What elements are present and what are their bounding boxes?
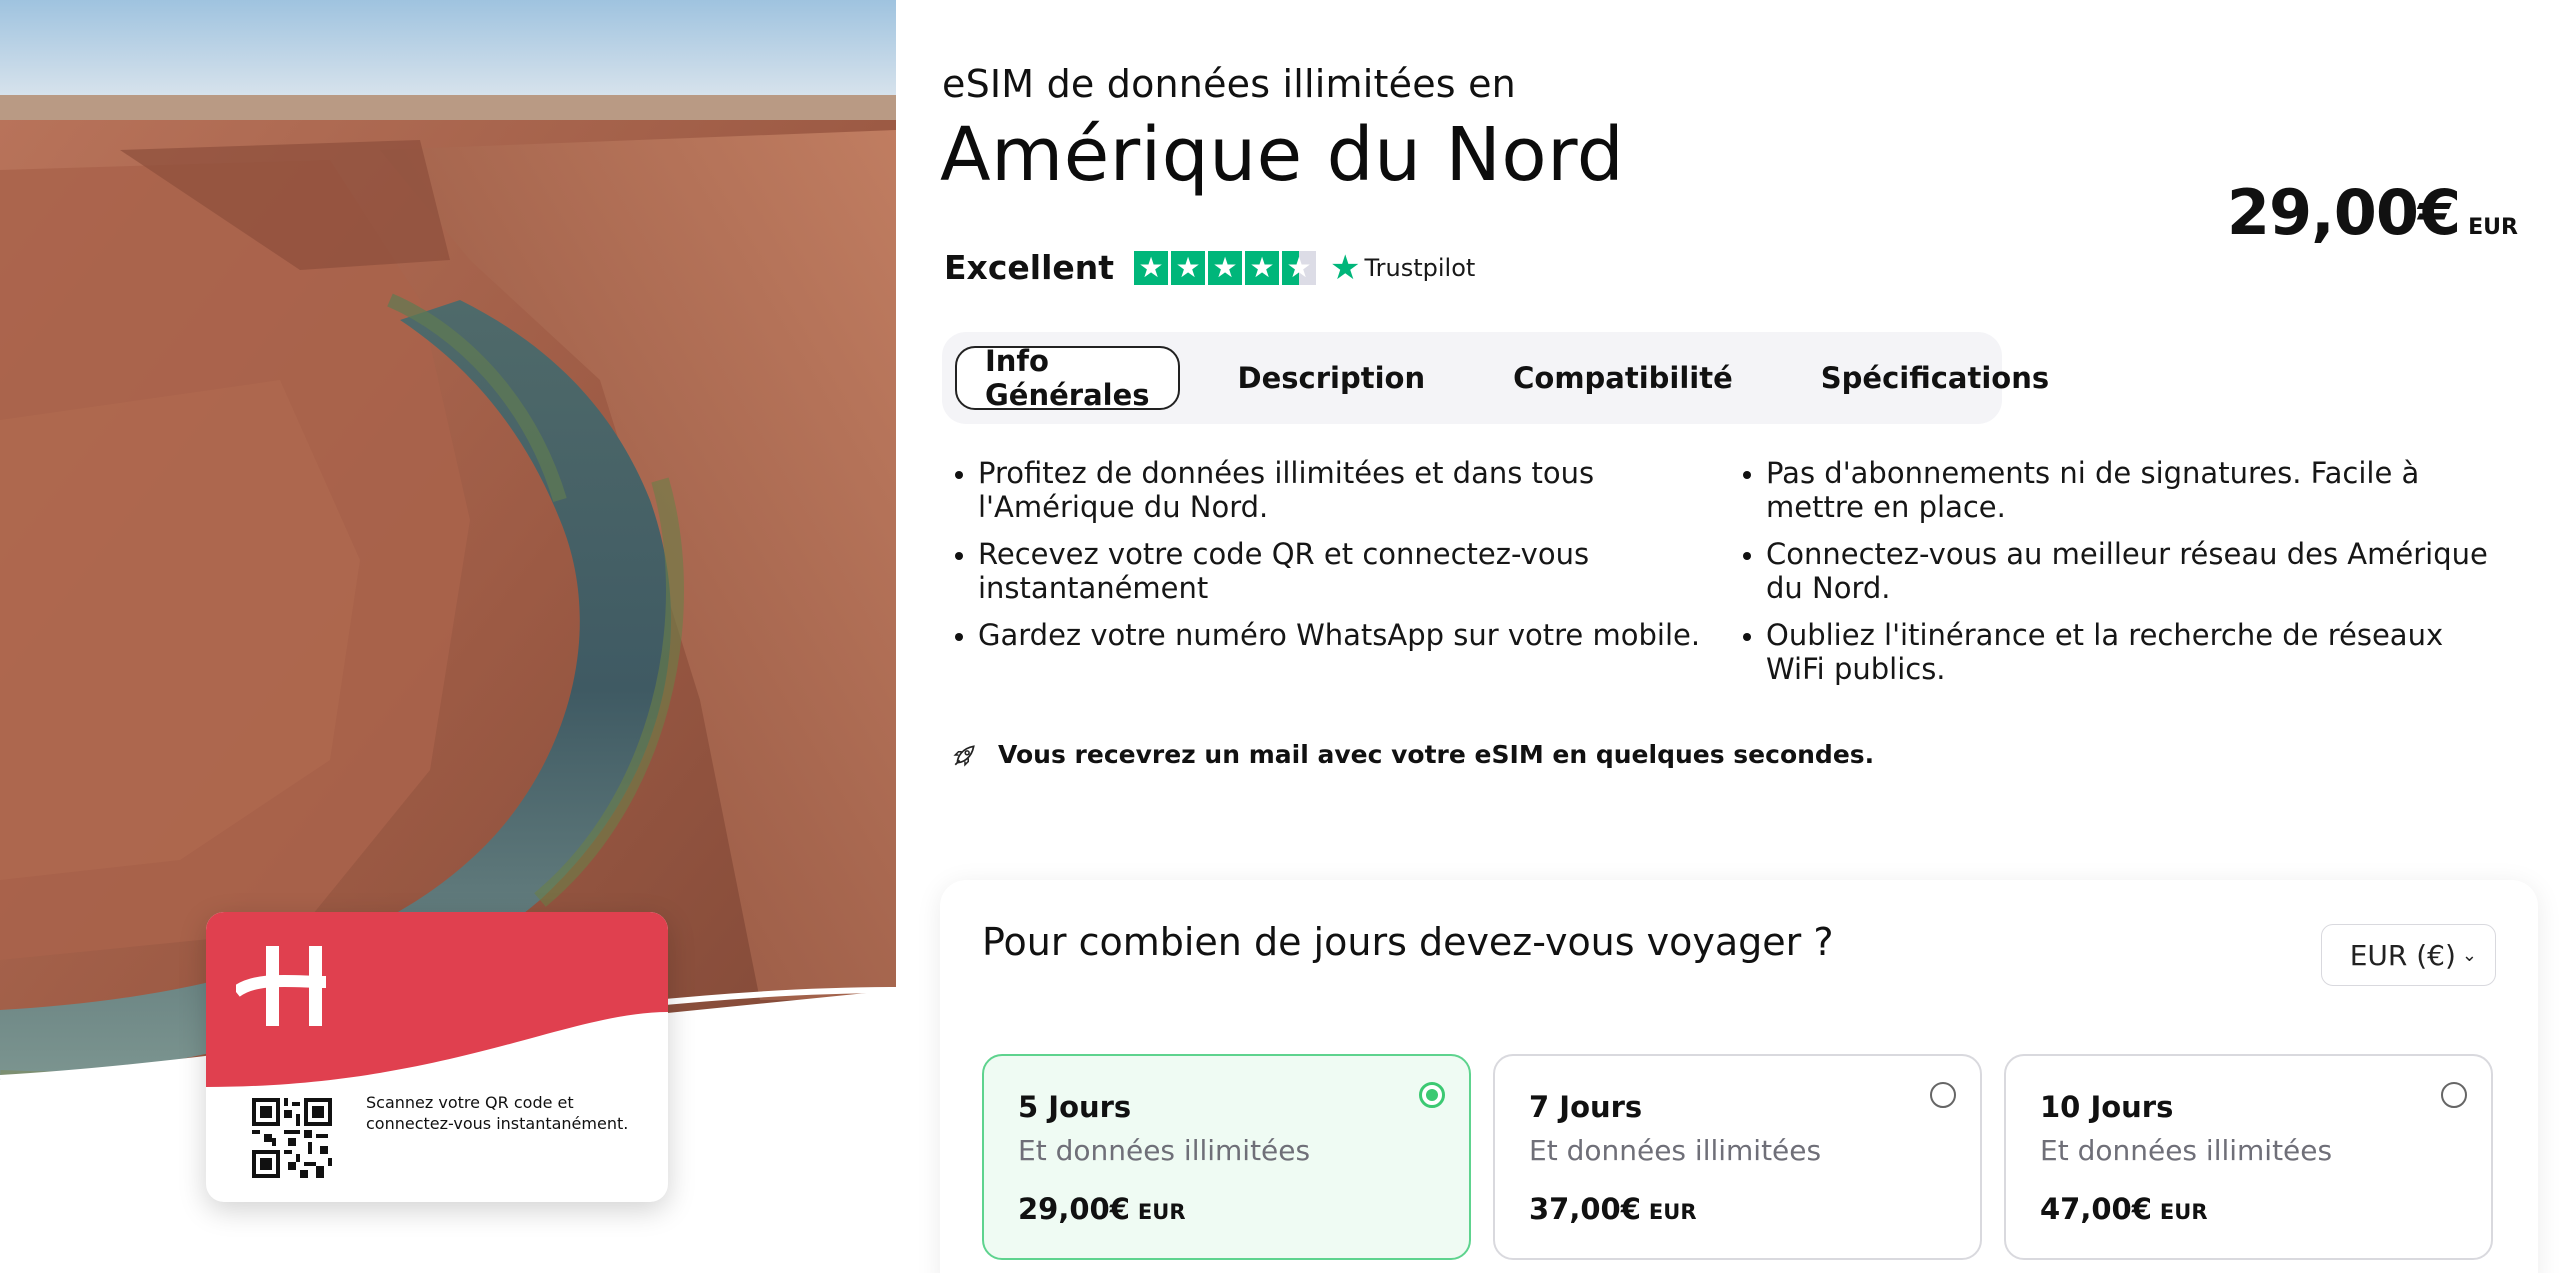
option-days: 7 Jours bbox=[1529, 1090, 1643, 1124]
delivery-notice-text: Vous recevrez un mail avec votre eSIM en… bbox=[998, 740, 1875, 769]
option-price-amount: 29,00€ bbox=[1018, 1192, 1130, 1226]
half-star-icon: ★ bbox=[1282, 250, 1317, 285]
currency-select-value: EUR (€) bbox=[2349, 938, 2456, 972]
qr-code-icon bbox=[252, 1098, 332, 1178]
option-price-amount: 37,00€ bbox=[1529, 1192, 1641, 1226]
trustpilot-rating[interactable]: Excellent ★ ★ ★ ★ ★ ★ Trustpilot bbox=[944, 248, 1475, 287]
feature-item: Oubliez l'itinérance et la recherche de … bbox=[1742, 618, 2502, 686]
product-page: Scannez votre QR code et connectez-vous … bbox=[0, 0, 2560, 1273]
feature-item: Connectez-vous au meilleur réseau des Am… bbox=[1742, 537, 2502, 605]
hero-image: Scannez votre QR code et connectez-vous … bbox=[0, 0, 896, 1273]
option-price: 37,00€ EUR bbox=[1529, 1192, 1697, 1226]
duration-option-7-days[interactable]: 7 Jours Et données illimitées 37,00€ EUR bbox=[1493, 1054, 1982, 1260]
trustpilot-label: Trustpilot bbox=[1364, 253, 1476, 282]
option-subtitle: Et données illimitées bbox=[1529, 1134, 1822, 1167]
duration-selector: Pour combien de jours devez-vous voyager… bbox=[940, 880, 2538, 1273]
price-currency: EUR bbox=[2468, 215, 2518, 240]
duration-option-10-days[interactable]: 10 Jours Et données illimitées 47,00€ EU… bbox=[2004, 1054, 2493, 1260]
feature-item: Gardez votre numéro WhatsApp sur votre m… bbox=[954, 618, 1714, 652]
option-price-currency: EUR bbox=[1137, 1200, 1186, 1224]
option-subtitle: Et données illimitées bbox=[1018, 1134, 1311, 1167]
trustpilot-star-icon: ★ bbox=[1330, 247, 1361, 288]
product-info: eSIM de données illimitées en Amérique d… bbox=[940, 0, 2538, 1273]
card-qr-text: Scannez votre QR code et connectez-vous … bbox=[366, 1093, 629, 1133]
info-tabs: Info Générales Description Compatibilité… bbox=[942, 332, 2049, 424]
option-days: 10 Jours bbox=[2040, 1090, 2174, 1124]
feature-item: Pas d'abonnements ni de signatures. Faci… bbox=[1742, 456, 2502, 524]
radio-selected-icon[interactable] bbox=[1419, 1082, 1445, 1108]
option-subtitle: Et données illimitées bbox=[2040, 1134, 2333, 1167]
option-price-currency: EUR bbox=[1648, 1200, 1697, 1224]
rocket-icon bbox=[953, 744, 975, 767]
holafly-h-logo-icon bbox=[236, 946, 327, 1026]
star-icon: ★ bbox=[1134, 250, 1169, 285]
chevron-down-icon: ⌄ bbox=[2461, 944, 2477, 966]
duration-options: 5 Jours Et données illimitées 29,00€ EUR… bbox=[982, 1054, 2493, 1260]
esim-card: Scannez votre QR code et connectez-vous … bbox=[206, 912, 668, 1202]
feature-column-left: Profitez de données illimitées et dans t… bbox=[954, 456, 1714, 665]
star-icon: ★ bbox=[1208, 250, 1243, 285]
duration-question: Pour combien de jours devez-vous voyager… bbox=[982, 920, 1834, 964]
product-price: 29,00€ EUR bbox=[2227, 176, 2518, 249]
product-subtitle: eSIM de données illimitées en bbox=[942, 62, 1516, 106]
option-price: 47,00€ EUR bbox=[2040, 1192, 2208, 1226]
rating-label: Excellent bbox=[944, 248, 1115, 287]
star-icon: ★ bbox=[1245, 250, 1280, 285]
product-title: Amérique du Nord bbox=[940, 112, 1625, 198]
currency-select[interactable]: EUR (€) ⌄ bbox=[2320, 924, 2496, 986]
tab-specifications[interactable]: Spécifications bbox=[1791, 346, 2079, 410]
rating-stars: ★ ★ ★ ★ ★ bbox=[1134, 250, 1317, 285]
duration-option-5-days[interactable]: 5 Jours Et données illimitées 29,00€ EUR bbox=[982, 1054, 1471, 1260]
option-price-currency: EUR bbox=[2159, 1200, 2208, 1224]
option-price-amount: 47,00€ bbox=[2040, 1192, 2152, 1226]
price-amount: 29,00€ bbox=[2226, 176, 2461, 249]
radio-icon[interactable] bbox=[2441, 1082, 2467, 1108]
tab-description[interactable]: Description bbox=[1208, 346, 1456, 410]
radio-icon[interactable] bbox=[1930, 1082, 1956, 1108]
tab-compatibilite[interactable]: Compatibilité bbox=[1483, 346, 1763, 410]
star-icon: ★ bbox=[1171, 250, 1206, 285]
option-days: 5 Jours bbox=[1018, 1090, 1132, 1124]
feature-item: Recevez votre code QR et connectez-vous … bbox=[954, 537, 1714, 605]
feature-column-right: Pas d'abonnements ni de signatures. Faci… bbox=[1742, 456, 2502, 699]
delivery-notice: Vous recevrez un mail avec votre eSIM en… bbox=[952, 740, 1874, 769]
tab-info-generales[interactable]: Info Générales bbox=[955, 344, 1180, 412]
option-price: 29,00€ EUR bbox=[1018, 1192, 1186, 1226]
feature-item: Profitez de données illimitées et dans t… bbox=[954, 456, 1714, 524]
